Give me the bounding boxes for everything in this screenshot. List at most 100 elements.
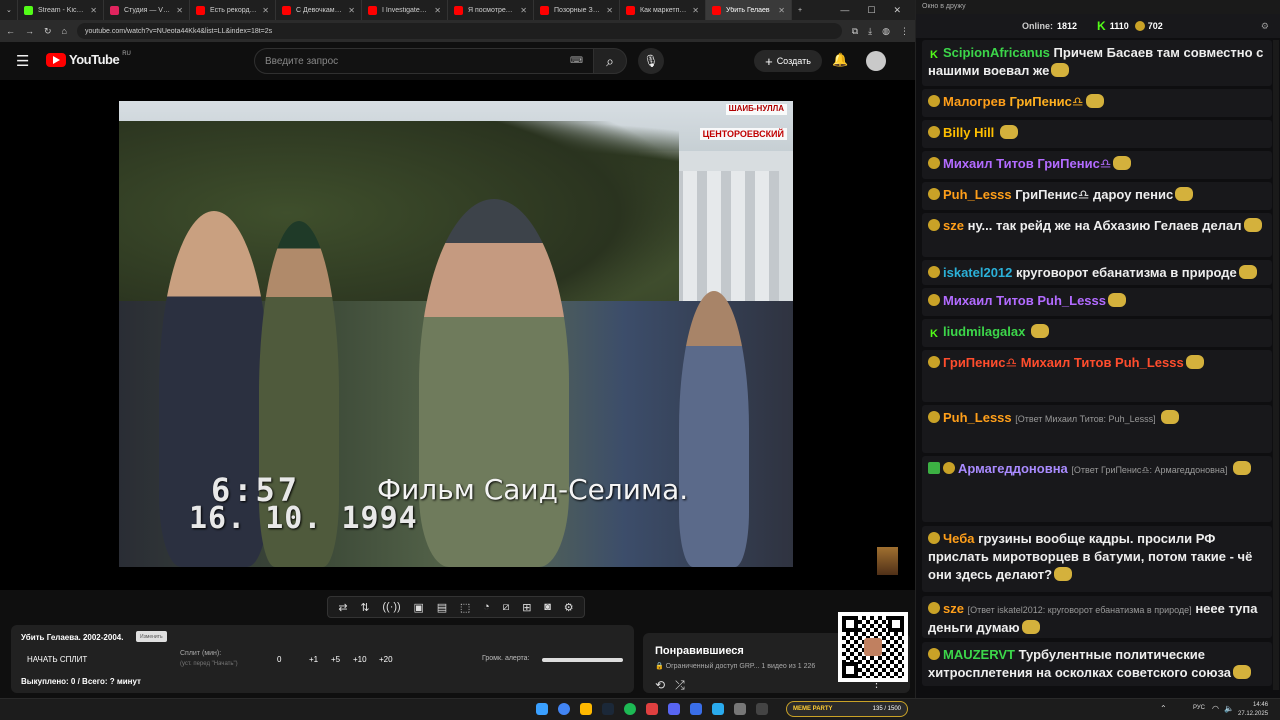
chat-username[interactable]: ГриПенис♎ [943, 355, 1017, 370]
voice-search-button[interactable]: 🎙 [638, 48, 664, 74]
browser-tab[interactable]: Как маркетплейсы ✕ [620, 0, 706, 20]
windows-start-icon[interactable] [536, 703, 548, 715]
chat-username[interactable]: ScipionAfricanus [943, 45, 1050, 60]
split-value-button[interactable]: +5 [331, 655, 340, 664]
file-explorer-icon[interactable] [580, 703, 592, 715]
browser-tab[interactable]: Убить Гелаев ✕ [706, 0, 792, 20]
loop-playlist-icon[interactable]: ⟲ [655, 678, 665, 693]
chat-username[interactable]: Чеба [943, 531, 974, 546]
add-box-icon[interactable]: ⊞ [522, 601, 531, 614]
hamburger-menu-icon[interactable]: ☰ [16, 52, 29, 70]
menu-dots-icon[interactable]: ⋮ [900, 26, 909, 37]
volume-icon[interactable]: 🔈 [1224, 704, 1234, 713]
end-screen-thumbnail[interactable] [877, 547, 898, 575]
download-icon[interactable]: ⤓ [868, 26, 872, 37]
search-button[interactable]: ⌕ [593, 48, 627, 74]
new-tab-button[interactable]: + [792, 0, 812, 20]
chat-username[interactable]: Михаил Титов [943, 156, 1034, 171]
start-split-button[interactable]: НАЧАТЬ СПЛИТ [27, 655, 87, 664]
language-indicator[interactable]: РУС [1193, 705, 1205, 711]
browser-tab[interactable]: С Девочками Боли ✕ [276, 0, 362, 20]
loop-icon[interactable]: ⇄ [338, 601, 347, 614]
shuffle-icon[interactable]: ⤮ [675, 678, 685, 693]
chat-username[interactable]: MAUZERVT [943, 647, 1015, 662]
app-icon[interactable] [646, 703, 658, 715]
screenshot-icon[interactable]: ◙ [544, 601, 551, 613]
tab-close-icon[interactable]: ✕ [348, 6, 355, 15]
filter-icon[interactable]: ⧄ [503, 601, 510, 614]
chat-scrollbar[interactable] [1273, 40, 1279, 690]
gear-icon[interactable]: ⚙ [564, 601, 574, 614]
tab-close-icon[interactable]: ✕ [434, 6, 441, 15]
keyboard-icon[interactable]: ⌨ [570, 55, 583, 66]
chat-username[interactable]: Михаил Титов [943, 293, 1034, 308]
split-value-button[interactable]: 0 [277, 655, 281, 664]
chat-username[interactable]: Puh_Lesss [943, 187, 1012, 202]
spotify-icon[interactable] [624, 703, 636, 715]
split-value-button[interactable]: +20 [379, 655, 393, 664]
home-icon[interactable]: ⌂ [62, 26, 67, 36]
tab-close-icon[interactable]: ✕ [176, 6, 183, 15]
chat-settings-icon[interactable]: ⚙ [1261, 21, 1269, 32]
chat-username[interactable]: iskatel2012 [943, 265, 1012, 280]
speed-icon[interactable]: ◔ [483, 601, 490, 613]
camera-settings-icon[interactable]: ▣ [414, 601, 424, 614]
app-icon[interactable] [756, 703, 768, 715]
bell-icon[interactable]: 🔔 [832, 52, 848, 68]
video-frame[interactable]: ШАИБ-НУЛЛА ЦЕНТОРОЕВСКИЙ 6:57 16. 10. 19… [119, 101, 793, 567]
create-button[interactable]: + Создать [754, 50, 822, 72]
minimize-icon[interactable]: — [840, 5, 849, 16]
extensions-icon[interactable]: ⧉ [852, 26, 858, 37]
forward-icon[interactable]: → [25, 26, 34, 36]
close-window-icon[interactable]: ✕ [893, 5, 901, 16]
browser-tab[interactable]: I Investigated Min ✕ [362, 0, 448, 20]
playlist-title[interactable]: Понравившиеся [655, 645, 744, 657]
app-icon[interactable] [734, 703, 746, 715]
split-value-button[interactable]: +10 [353, 655, 367, 664]
tab-menu-button[interactable]: ⌄ [0, 0, 18, 20]
video-player[interactable]: ШАИБ-НУЛЛА ЦЕНТОРОЕВСКИЙ 6:57 16. 10. 19… [0, 80, 915, 590]
meme-party-widget[interactable]: MEME PARTY 135 / 1500 [786, 701, 908, 717]
chat-username[interactable]: Billy Hill [943, 125, 994, 140]
youtube-logo[interactable]: YouTube RU [46, 51, 131, 67]
wifi-icon[interactable]: ◠ [1212, 704, 1219, 713]
chat-username[interactable]: Puh_Lesss [943, 410, 1012, 425]
reload-icon[interactable]: ↻ [44, 26, 52, 37]
crop-icon[interactable]: ⬚ [460, 601, 470, 614]
tab-close-icon[interactable]: ✕ [692, 6, 699, 15]
chat-username[interactable]: Армагеддоновна [958, 461, 1068, 476]
search-input[interactable]: Введите запрос ⌨ [254, 48, 594, 74]
profile-icon[interactable]: ◍ [882, 26, 890, 37]
app-icon[interactable] [690, 703, 702, 715]
tab-close-icon[interactable]: ✕ [778, 6, 785, 15]
chrome-icon[interactable] [558, 703, 570, 715]
chat-username[interactable]: sze [943, 601, 964, 616]
chat-username[interactable]: liudmilagalax [943, 324, 1025, 339]
sort-icon[interactable]: ⇅ [360, 601, 369, 614]
discord-icon[interactable] [668, 703, 680, 715]
split-value-button[interactable]: +1 [309, 655, 318, 664]
taskbar-clock[interactable]: 14:46 27.12.2025 [1238, 701, 1268, 719]
maximize-icon[interactable]: ☐ [867, 5, 875, 16]
tab-close-icon[interactable]: ✕ [90, 6, 97, 15]
chat-username[interactable]: Малогрев [943, 94, 1006, 109]
tab-close-icon[interactable]: ✕ [262, 6, 269, 15]
browser-tab[interactable]: Студия — VK Видео ✕ [104, 0, 190, 20]
chat-username[interactable]: sze [943, 218, 964, 233]
split-edit-button[interactable]: Изменить [136, 631, 167, 642]
telegram-icon[interactable] [712, 703, 724, 715]
alert-volume-slider[interactable] [542, 658, 623, 662]
tray-chevron-icon[interactable]: ⌃ [1160, 704, 1167, 713]
browser-tab[interactable]: Позорные Зоозащ ✕ [534, 0, 620, 20]
tab-close-icon[interactable]: ✕ [520, 6, 527, 15]
browser-tab[interactable]: Я посмотрел все с ✕ [448, 0, 534, 20]
clapper-icon[interactable]: ▤ [437, 601, 447, 614]
back-icon[interactable]: ← [6, 26, 15, 36]
avatar[interactable] [866, 51, 886, 71]
steam-icon[interactable] [602, 703, 614, 715]
browser-tab[interactable]: Stream - Kick Dash ✕ [18, 0, 104, 20]
broadcast-icon[interactable]: ((·)) [382, 601, 400, 613]
url-field[interactable]: youtube.com/watch?v=NUeota44Kk4&list=LL&… [76, 23, 842, 39]
tab-close-icon[interactable]: ✕ [606, 6, 613, 15]
browser-tab[interactable]: Есть рекорд! Перв ✕ [190, 0, 276, 20]
